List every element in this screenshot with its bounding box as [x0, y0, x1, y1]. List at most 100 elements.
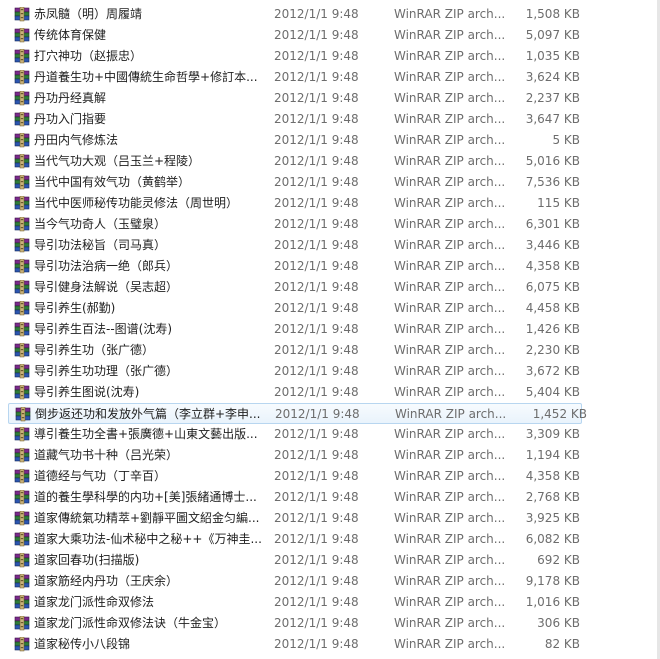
- file-row[interactable]: 当代中医师秘传功能灵修法（周世明） 2012/1/1 9:48 WinRAR ZIP…: [0, 193, 660, 214]
- file-type: WinRAR ZIP arch...: [394, 595, 506, 609]
- file-row[interactable]: 道家大乘功法-仙术秘中之秘++《万神圭... 2012/1/1 9:48 WinRA…: [0, 529, 660, 550]
- file-date: 2012/1/1 9:48: [275, 407, 360, 421]
- file-type: WinRAR ZIP arch...: [394, 175, 506, 189]
- file-size: 6,075 KB: [525, 280, 580, 294]
- file-date: 2012/1/1 9:48: [274, 469, 359, 483]
- winrar-archive-icon: [14, 469, 30, 484]
- file-date: 2012/1/1 9:48: [274, 322, 359, 336]
- file-date: 2012/1/1 9:48: [274, 343, 359, 357]
- winrar-archive-icon: [14, 280, 30, 295]
- file-row[interactable]: 赤凤髓（明）周履靖 2012/1/1 9:48 WinRAR ZIP arch...…: [0, 4, 660, 25]
- file-date: 2012/1/1 9:48: [274, 574, 359, 588]
- file-date: 2012/1/1 9:48: [274, 217, 359, 231]
- file-row[interactable]: 当代气功大观（吕玉兰+程陵） 2012/1/1 9:48 WinRAR ZIP ar…: [0, 151, 660, 172]
- file-size: 1,508 KB: [525, 7, 580, 21]
- file-name: 导引养生图说(沈寿): [34, 385, 140, 399]
- file-row[interactable]: 丹田内气修炼法 2012/1/1 9:48 WinRAR ZIP arch... 5 …: [0, 130, 660, 151]
- file-row[interactable]: 导引养生(郝勤) 2012/1/1 9:48 WinRAR ZIP arch... 4…: [0, 298, 660, 319]
- file-size: 5,097 KB: [525, 28, 580, 42]
- file-name: 道德经与气功（丁辛百）: [34, 469, 167, 483]
- file-type: WinRAR ZIP arch...: [394, 364, 506, 378]
- file-date: 2012/1/1 9:48: [274, 238, 359, 252]
- winrar-archive-icon: [15, 407, 31, 422]
- file-row[interactable]: 当代中国有效气功（黄鹤举） 2012/1/1 9:48 WinRAR ZIP arc…: [0, 172, 660, 193]
- file-row[interactable]: 丹功入门指要 2012/1/1 9:48 WinRAR ZIP arch... 3,6…: [0, 109, 660, 130]
- file-size: 3,672 KB: [525, 364, 580, 378]
- file-date: 2012/1/1 9:48: [274, 7, 359, 21]
- file-date: 2012/1/1 9:48: [274, 280, 359, 294]
- file-type: WinRAR ZIP arch...: [394, 427, 506, 441]
- file-row[interactable]: 道家筋经内丹功（王庆余） 2012/1/1 9:48 WinRAR ZIP arch…: [0, 571, 660, 592]
- file-row[interactable]: 道的養生學科學的内功+[美]張緒通博士... 2012/1/1 9:48 WinRA…: [0, 487, 660, 508]
- file-size: 4,358 KB: [525, 259, 580, 273]
- file-row[interactable]: 導引養生功全書+張廣德+山東文藝出版... 2012/1/1 9:48 WinRAR…: [0, 424, 660, 445]
- file-row[interactable]: 导引养生功功理（张广德） 2012/1/1 9:48 WinRAR ZIP arch…: [0, 361, 660, 382]
- file-date: 2012/1/1 9:48: [274, 70, 359, 84]
- file-date: 2012/1/1 9:48: [274, 259, 359, 273]
- file-row[interactable]: 导引养生功（张广德） 2012/1/1 9:48 WinRAR ZIP arch..…: [0, 340, 660, 361]
- file-type: WinRAR ZIP arch...: [394, 343, 506, 357]
- file-size: 3,309 KB: [525, 427, 580, 441]
- file-row[interactable]: 道家秘传小八段锦 2012/1/1 9:48 WinRAR ZIP arch... 8…: [0, 634, 660, 655]
- file-row[interactable]: 道家傳統氣功精萃+劉靜平圖文紹金匀編... 2012/1/1 9:48 WinRAR…: [0, 508, 660, 529]
- file-row[interactable]: 导引养生图说(沈寿) 2012/1/1 9:48 WinRAR ZIP arch..…: [0, 382, 660, 403]
- winrar-archive-icon: [14, 595, 30, 610]
- file-size: 1,194 KB: [525, 448, 580, 462]
- file-type: WinRAR ZIP arch...: [394, 196, 506, 210]
- file-date: 2012/1/1 9:48: [274, 637, 359, 651]
- file-name: 当代中国有效气功（黄鹤举）: [34, 175, 191, 189]
- file-size: 3,624 KB: [525, 70, 580, 84]
- winrar-archive-icon: [14, 217, 30, 232]
- file-size: 692 KB: [537, 553, 580, 567]
- file-row[interactable]: 导引健身法解说（吴志超） 2012/1/1 9:48 WinRAR ZIP arch…: [0, 277, 660, 298]
- file-list: 赤凤髓（明）周履靖 2012/1/1 9:48 WinRAR ZIP arch...…: [0, 4, 660, 655]
- file-row[interactable]: 丹功丹经真解 2012/1/1 9:48 WinRAR ZIP arch... 2,2…: [0, 88, 660, 109]
- file-date: 2012/1/1 9:48: [274, 28, 359, 42]
- file-row[interactable]: 道家回春功(扫描版) 2012/1/1 9:48 WinRAR ZIP arch..…: [0, 550, 660, 571]
- file-name: 道藏气功书十种（吕光荣）: [34, 448, 179, 462]
- file-date: 2012/1/1 9:48: [274, 91, 359, 105]
- file-name: 当代气功大观（吕玉兰+程陵）: [34, 154, 201, 168]
- file-row[interactable]: 导引功法治病一绝（郎兵） 2012/1/1 9:48 WinRAR ZIP arch…: [0, 256, 660, 277]
- winrar-archive-icon: [14, 70, 30, 85]
- file-row[interactable]: 导引功法秘旨（司马真） 2012/1/1 9:48 WinRAR ZIP arch.…: [0, 235, 660, 256]
- file-row[interactable]: 道德经与气功（丁辛百） 2012/1/1 9:48 WinRAR ZIP arch.…: [0, 466, 660, 487]
- file-size: 6,301 KB: [525, 217, 580, 231]
- file-name: 打穴神功（赵振忠）: [34, 49, 143, 63]
- file-size: 6,082 KB: [525, 532, 580, 546]
- file-name: 传统体育保健: [34, 28, 107, 42]
- file-type: WinRAR ZIP arch...: [394, 280, 506, 294]
- file-row[interactable]: 丹道養生功+中國傳統生命哲學+修訂本... 2012/1/1 9:48 WinRAR…: [0, 67, 660, 88]
- winrar-archive-icon: [14, 448, 30, 463]
- file-size: 1,016 KB: [525, 595, 580, 609]
- winrar-archive-icon: [14, 532, 30, 547]
- file-name: 导引功法治病一绝（郎兵）: [34, 259, 179, 273]
- file-type: WinRAR ZIP arch...: [394, 70, 506, 84]
- winrar-archive-icon: [14, 490, 30, 505]
- file-size: 2,237 KB: [525, 91, 580, 105]
- winrar-archive-icon: [14, 112, 30, 127]
- file-type: WinRAR ZIP arch...: [394, 637, 506, 651]
- file-row[interactable]: 当今气功奇人（玉璧泉） 2012/1/1 9:48 WinRAR ZIP arch.…: [0, 214, 660, 235]
- file-type: WinRAR ZIP arch...: [394, 385, 506, 399]
- file-row[interactable]: 道家龙门派性命双修法 2012/1/1 9:48 WinRAR ZIP arch..…: [0, 592, 660, 613]
- file-row[interactable]: 导引养生百法--图谱(沈寿) 2012/1/1 9:48 WinRAR ZIP ar…: [0, 319, 660, 340]
- winrar-archive-icon: [14, 7, 30, 22]
- file-row[interactable]: 打穴神功（赵振忠） 2012/1/1 9:48 WinRAR ZIP arch...…: [0, 46, 660, 67]
- file-size: 5,404 KB: [525, 385, 580, 399]
- winrar-archive-icon: [14, 511, 30, 526]
- file-type: WinRAR ZIP arch...: [394, 322, 506, 336]
- winrar-archive-icon: [14, 322, 30, 337]
- file-name: 丹田内气修炼法: [34, 133, 119, 147]
- file-type: WinRAR ZIP arch...: [394, 7, 506, 21]
- file-size: 9,178 KB: [525, 574, 580, 588]
- file-size: 7,536 KB: [525, 175, 580, 189]
- file-row[interactable]: 倒步返还功和发放外气篇（李立群+李申... 2012/1/1 9:48 WinRAR…: [8, 403, 587, 424]
- file-row[interactable]: 道藏气功书十种（吕光荣） 2012/1/1 9:48 WinRAR ZIP arch…: [0, 445, 660, 466]
- file-type: WinRAR ZIP arch...: [394, 448, 506, 462]
- file-name: 道家龙门派性命双修法: [34, 595, 155, 609]
- file-row[interactable]: 道家龙门派性命双修法诀（牛金宝） 2012/1/1 9:48 WinRAR ZIP …: [0, 613, 660, 634]
- winrar-archive-icon: [14, 259, 30, 274]
- file-row[interactable]: 传统体育保健 2012/1/1 9:48 WinRAR ZIP arch... 5,0…: [0, 25, 660, 46]
- file-date: 2012/1/1 9:48: [274, 196, 359, 210]
